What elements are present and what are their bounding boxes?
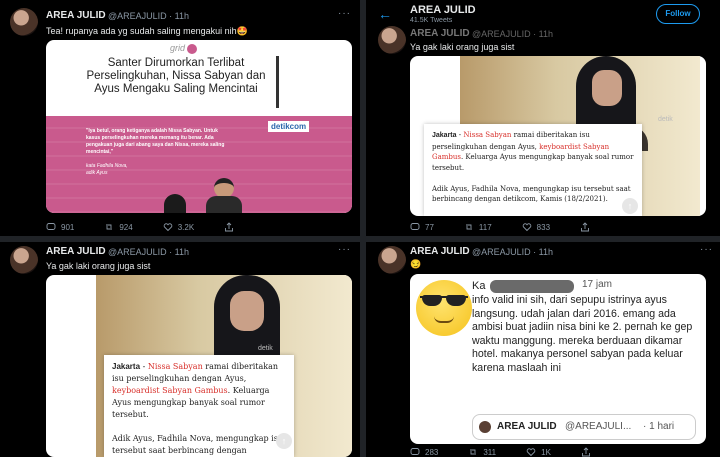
tweet-emoji: 😏 [410, 259, 422, 269]
retweet-icon [106, 224, 113, 230]
photo-watermark: detik [658, 116, 673, 123]
tweet-panel-4: AREA JULID @AREAJULID · 11h ··· 😏 Ka 17 … [366, 242, 720, 457]
follow-button[interactable]: Follow [656, 4, 700, 24]
more-icon[interactable]: ··· [338, 244, 351, 255]
article-screenshot-card[interactable]: detik Jakarta - Nissa Sabyan ramai diber… [410, 56, 706, 216]
article-image-card[interactable]: grid Santer Dirumorkan Terlibat Perselin… [46, 40, 352, 213]
quoted-handle: @AREAJULI... [565, 421, 632, 432]
share-button[interactable] [580, 222, 590, 232]
article-body: Jakarta - Nissa Sabyan ramai diberitakan… [424, 124, 642, 216]
retweet-button[interactable]: 117 [464, 222, 492, 232]
reply-icon [410, 223, 420, 230]
like-button[interactable]: 3.2K [163, 222, 194, 232]
divider-horizontal-right [366, 236, 720, 242]
divider-horizontal-left [0, 236, 360, 242]
user-handle[interactable]: @AREAJULID · 11h [108, 247, 189, 257]
quoted-time: · 1 hari [643, 421, 675, 432]
tweet-text: Ya gak laki orang juga sist [46, 261, 151, 271]
retweet-button[interactable]: 924 [104, 222, 133, 232]
brand-logo: grid [170, 43, 198, 54]
person-photo-1 [164, 194, 186, 213]
user-name[interactable]: AREA JULID [46, 10, 106, 21]
heart-icon [522, 223, 531, 232]
reply-button[interactable]: 901 [46, 222, 74, 232]
tweet-actions: 901 924 3.2K [46, 222, 264, 232]
tweet-count: 41.5K Tweets [410, 17, 453, 24]
reply-user-name: Ka [472, 280, 486, 292]
detik-logo: detikcom [268, 121, 310, 132]
more-icon[interactable]: ··· [700, 244, 713, 255]
more-icon[interactable]: ··· [338, 8, 351, 19]
redacted-name-bar [490, 280, 574, 293]
quoted-name: AREA JULID [497, 421, 557, 432]
back-arrow-icon[interactable]: ← [378, 6, 392, 22]
user-handle[interactable]: @AREAJULID · 11h [108, 11, 189, 21]
pink-quote-block: "Iya betul, orang ketiganya adalah Nissa… [46, 116, 352, 213]
share-button[interactable] [224, 222, 234, 232]
avatar[interactable] [10, 246, 38, 274]
tweet-text: Tea! rupanya ada yg sudah saling mengaku… [46, 26, 248, 36]
share-button[interactable] [581, 447, 591, 457]
profile-title: AREA JULID [410, 4, 476, 16]
reply-button[interactable]: 77 [410, 222, 434, 232]
tweet-actions: 283 311 1K [410, 447, 621, 457]
like-button[interactable]: 1K [526, 447, 551, 457]
scroll-up-button[interactable]: ↑ [276, 433, 292, 449]
article-body: Jakarta - Nissa Sabyan ramai diberitakan… [104, 355, 294, 457]
user-handle[interactable]: @AREAJULID · 11h [472, 29, 553, 39]
heart-icon [163, 223, 172, 232]
avatar[interactable] [378, 26, 406, 54]
tweet-actions: 77 117 833 [410, 222, 620, 232]
sunglasses-emoji-avatar [416, 280, 472, 336]
avatar[interactable] [10, 8, 38, 36]
user-name[interactable]: AREA JULID [46, 246, 106, 257]
user-name[interactable]: AREA JULID [410, 28, 470, 39]
avatar[interactable] [378, 246, 406, 274]
reply-icon [46, 223, 56, 230]
retweet-button[interactable]: 311 [468, 447, 496, 457]
retweet-icon [465, 224, 472, 230]
tweet-panel-2: ← AREA JULID 41.5K Tweets Follow AREA JU… [366, 0, 720, 236]
heart-icon [526, 448, 536, 457]
tweet-panel-1: AREA JULID @AREAJULID · 11h ··· Tea! rup… [0, 0, 360, 236]
reply-button[interactable]: 283 [410, 447, 438, 457]
headline: Santer Dirumorkan Terlibat Perselingkuha… [86, 57, 266, 95]
divider-vertical [360, 0, 366, 457]
share-icon [581, 447, 590, 457]
reply-icon [410, 448, 420, 455]
user-name[interactable]: AREA JULID [410, 246, 470, 257]
like-button[interactable]: 833 [522, 222, 550, 232]
share-icon [225, 222, 234, 232]
tweet-text: Ya gak laki orang juga sist [410, 42, 515, 52]
reply-text: info valid ini sih, dari sepupu istrinya… [472, 294, 693, 374]
quote-text: "Iya betul, orang ketiganya adalah Nissa… [86, 128, 225, 176]
quoted-tweet[interactable]: AREA JULID @AREAJULI... · 1 hari [472, 414, 696, 440]
article-screenshot-card[interactable]: detik Jakarta - Nissa Sabyan ramai diber… [46, 275, 352, 457]
tweet-panel-3: AREA JULID @AREAJULID · 11h ··· Ya gak l… [0, 242, 360, 457]
scroll-up-button[interactable]: ↑ [622, 198, 638, 214]
person-photo-2 [206, 178, 242, 213]
retweet-icon [470, 449, 477, 455]
share-icon [581, 222, 589, 232]
reply-screenshot-card[interactable]: Ka 17 jam info valid ini sih, dari sepup… [410, 274, 706, 444]
photo-watermark: detik [258, 345, 273, 352]
user-handle[interactable]: @AREAJULID · 11h [472, 247, 553, 257]
reply-time: 17 jam [582, 279, 613, 290]
